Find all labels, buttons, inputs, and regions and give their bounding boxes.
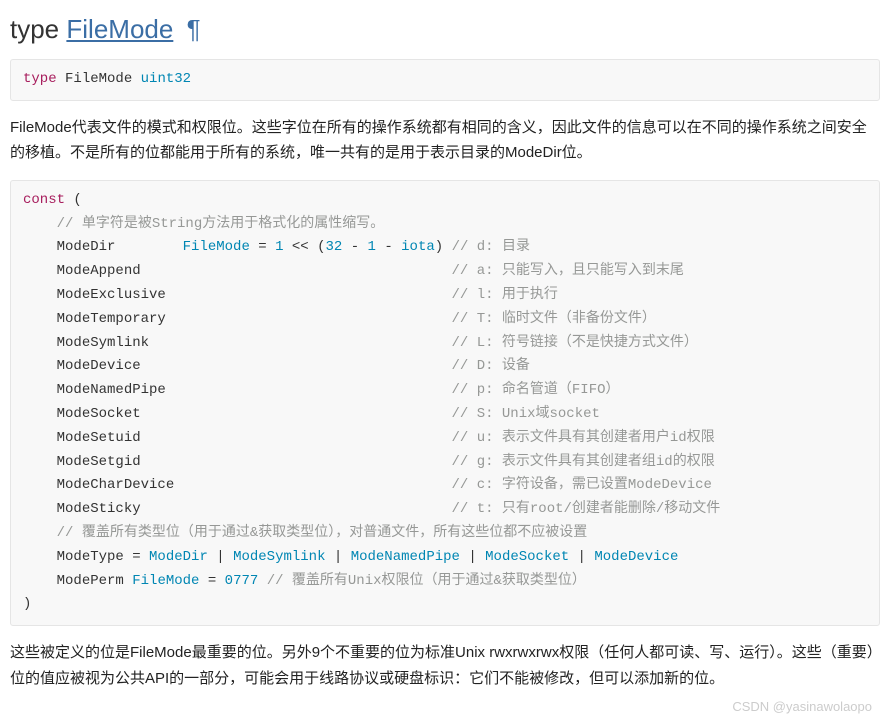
description-paragraph-2: 这些被定义的位是FileMode最重要的位。另外9个不重要的位为标准Unix r… xyxy=(10,640,880,691)
watermark-text: CSDN @yasinawolaopo xyxy=(10,699,872,714)
type-keyword: type xyxy=(10,14,59,44)
type-name-link[interactable]: FileMode xyxy=(66,14,173,44)
description-paragraph-1: FileMode代表文件的模式和权限位。这些字位在所有的操作系统都有相同的含义，… xyxy=(10,115,880,166)
const-block-code: const ( // 单字符是被String方法用于格式化的属性缩写。 Mode… xyxy=(10,180,880,626)
permalink-icon[interactable]: ¶ xyxy=(187,14,201,44)
type-heading: type FileMode ¶ xyxy=(10,14,880,45)
type-declaration-code: type FileMode uint32 xyxy=(10,59,880,101)
